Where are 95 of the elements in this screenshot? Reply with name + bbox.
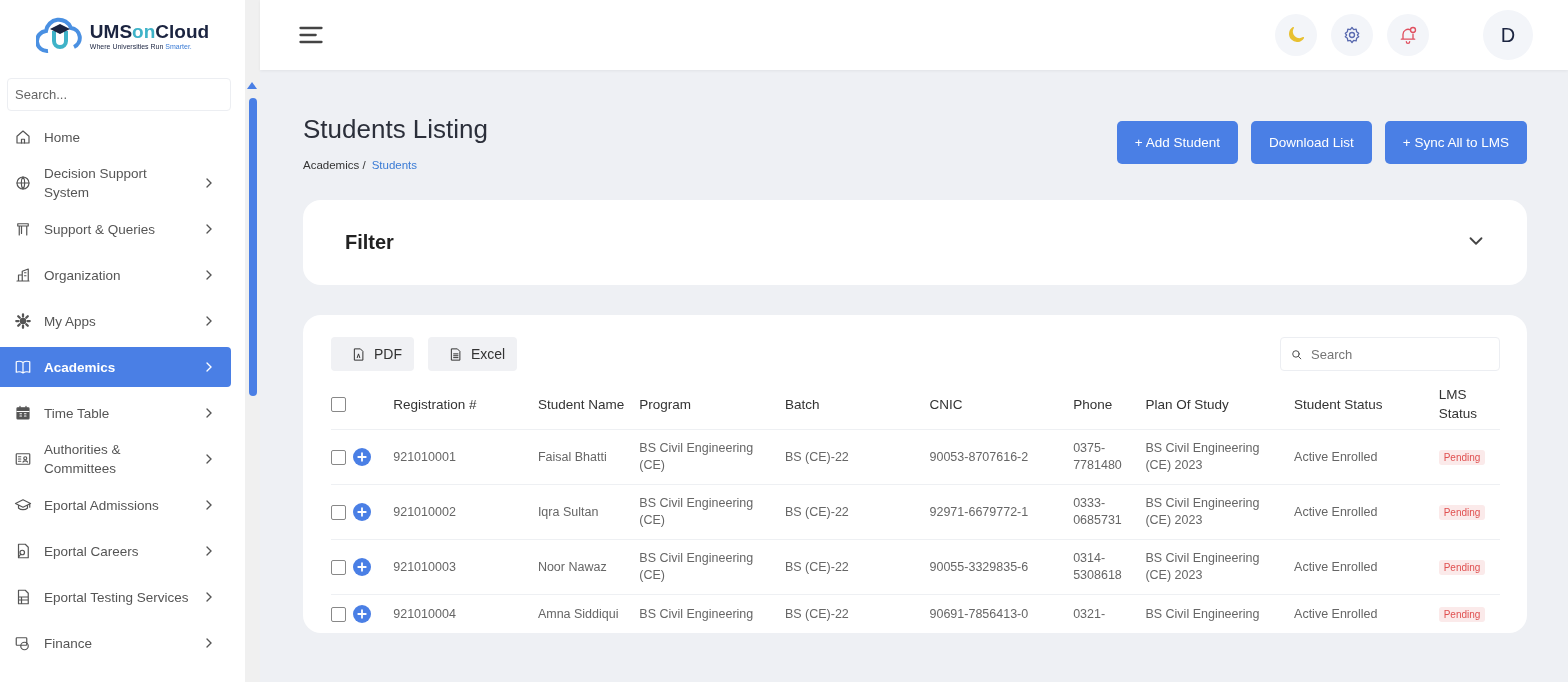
breadcrumb-link[interactable]: Students (371, 159, 418, 171)
table-cell: 0314-5308618 (1073, 539, 1146, 595)
column-header: Program (639, 379, 785, 430)
table-cell: Active Enrolled (1294, 539, 1439, 595)
row-checkbox[interactable] (331, 559, 346, 575)
row-checkbox[interactable] (331, 449, 346, 465)
table-cell: 921010004 (393, 594, 538, 633)
table-cell: 0321- (1073, 594, 1146, 633)
table-cell: 0375-7781480 (1073, 429, 1146, 485)
table-cell: Iqra Sultan (537, 484, 640, 540)
settings-button[interactable] (1331, 14, 1373, 56)
table-cell: BS (CE)-22 (784, 429, 930, 485)
column-header: Student Name (537, 379, 640, 430)
status-badge: Pending (1438, 504, 1486, 520)
row-checkbox[interactable] (331, 606, 346, 622)
sidebar-item[interactable]: Decision Support System (0, 163, 231, 203)
expand-row-button[interactable] (353, 503, 371, 521)
table-cell: 90053-8707616-2 (929, 429, 1074, 485)
sidebar-item[interactable]: Organization (0, 255, 231, 295)
filter-title: Filter (345, 231, 395, 254)
sidebar-item[interactable]: Time Table (0, 393, 231, 433)
sidebar-item[interactable]: Home (0, 117, 231, 157)
sidebar-search-field[interactable]: Search... (7, 78, 231, 111)
column-header: Student Status (1294, 379, 1439, 430)
building-icon (14, 266, 32, 284)
brand-name: UMSonCloud (89, 20, 210, 43)
settings-icon (1342, 25, 1362, 45)
table-cell: 90691-7856413-0 (929, 594, 1074, 633)
table-cell: BS Civil Engineering (CE) (639, 484, 785, 540)
action-button[interactable]: + Add Student (1116, 121, 1238, 164)
scrollbar[interactable] (245, 0, 260, 682)
sidebar-item[interactable]: Eportal Testing Services (0, 577, 231, 617)
column-header: Batch (784, 379, 930, 430)
user-avatar[interactable]: D (1483, 10, 1533, 60)
table-cell: Active Enrolled (1294, 594, 1439, 633)
open-book-icon (14, 358, 32, 376)
sidebar-item[interactable]: Eportal Careers (0, 531, 231, 571)
home-icon (14, 128, 32, 146)
cloud-logo-icon (35, 15, 84, 55)
table-cell: BS (CE)-22 (784, 594, 930, 633)
money-icon (14, 634, 32, 652)
table-cell: BS (CE)-22 (784, 539, 930, 595)
export-button[interactable]: Excel (428, 337, 518, 371)
table-cell: BS Civil Engineering (CE) (639, 539, 785, 595)
table-cell: BS Civil Engineering (CE) (639, 429, 785, 485)
sidebar-item[interactable]: Academics (0, 347, 231, 387)
pdf-file-icon (351, 346, 366, 362)
table-cell: Amna Siddiqui (537, 594, 640, 633)
table-cell: Noor Nawaz (537, 539, 640, 595)
table-cell: 92971-6679772-1 (929, 484, 1074, 540)
spreadsheet-file-icon (448, 346, 463, 362)
breadcrumb-link[interactable]: Academics / (303, 159, 366, 171)
sidebar-item[interactable]: My Apps (0, 301, 231, 341)
action-button[interactable]: Download List (1251, 121, 1372, 164)
calendar-icon (14, 404, 32, 422)
table-search-field[interactable]: Search (1280, 337, 1500, 371)
row-checkbox[interactable] (331, 504, 346, 520)
export-button[interactable]: PDF (331, 337, 414, 371)
globe-icon (14, 174, 32, 192)
table-cell: BS Civil Engineering (639, 594, 785, 633)
bell-icon (1398, 25, 1418, 45)
table-cell: BS Civil Engineering (CE) 2023 (1145, 484, 1295, 540)
id-card-icon (14, 450, 32, 468)
book-stand-icon (14, 220, 32, 238)
table-cell: BS Civil Engineering (CE) 2023 (1145, 539, 1295, 595)
table-cell: Active Enrolled (1294, 429, 1439, 485)
table-cell: Faisal Bhatti (537, 429, 640, 485)
table-cell: 921010003 (393, 539, 538, 595)
expand-row-button[interactable] (353, 558, 371, 576)
status-badge: Pending (1438, 449, 1486, 465)
select-all-checkbox[interactable] (331, 397, 346, 413)
page-title: Students Listing (303, 114, 488, 145)
table-cell: Active Enrolled (1294, 484, 1439, 540)
table-cell: 0333-0685731 (1073, 484, 1146, 540)
column-header: CNIC (929, 379, 1074, 430)
table-cell: BS Civil Engineering (1145, 594, 1295, 633)
notifications-button[interactable] (1387, 14, 1429, 56)
sidebar-item[interactable]: Eportal Admissions (0, 485, 231, 525)
expand-row-button[interactable] (353, 448, 371, 466)
column-header: Plan Of Study (1145, 379, 1295, 430)
column-header: Registration # (393, 379, 538, 430)
table-cell: 921010001 (393, 429, 538, 485)
table-cell: 921010002 (393, 484, 538, 540)
action-button[interactable]: + Sync All to LMS (1384, 121, 1527, 164)
sidebar-item[interactable]: Finance (0, 623, 231, 663)
table-cell: BS (CE)-22 (784, 484, 930, 540)
column-header: LMS Status (1438, 379, 1500, 430)
status-badge: Pending (1438, 559, 1486, 575)
expand-row-button[interactable] (353, 605, 371, 623)
sidebar-item[interactable]: Authorities & Committees (0, 439, 231, 479)
status-badge: Pending (1438, 606, 1486, 622)
sidebar-item[interactable]: Support & Queries (0, 209, 231, 249)
table-cell: 90055-3329835-6 (929, 539, 1074, 595)
column-header: Phone (1073, 379, 1146, 430)
table-cell: BS Civil Engineering (CE) 2023 (1145, 429, 1295, 485)
